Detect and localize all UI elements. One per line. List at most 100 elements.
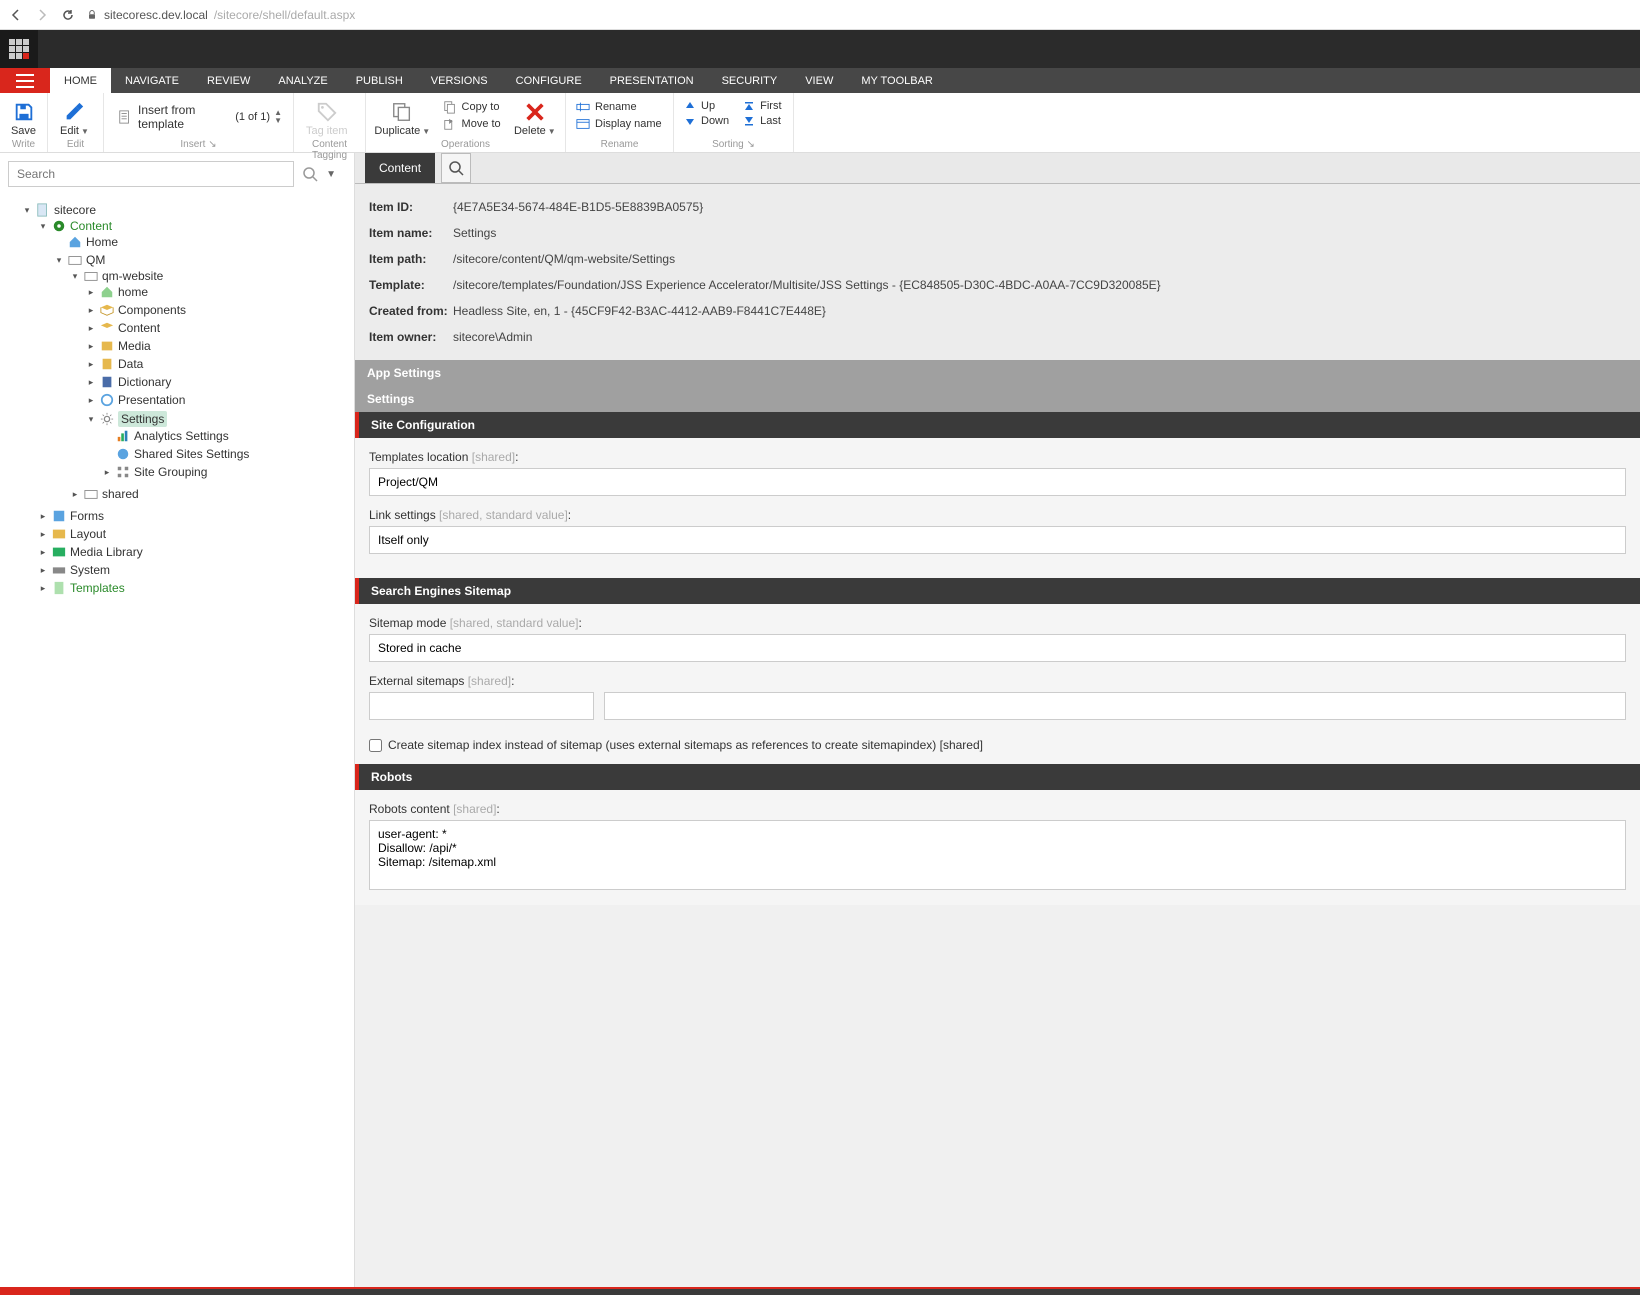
delete-button[interactable]: Delete▼ (511, 99, 559, 139)
tree-item-dictionary[interactable]: ▸Dictionary (86, 375, 350, 389)
search-icon[interactable] (302, 166, 318, 182)
robots-content-textarea[interactable] (369, 820, 1626, 890)
tab-review[interactable]: REVIEW (193, 68, 264, 93)
lock-icon (86, 9, 98, 21)
rename-group-label: Rename (572, 139, 667, 150)
tree-item-settings[interactable]: ▾Settings (86, 411, 350, 427)
tree-shared-sites-settings[interactable]: Shared Sites Settings (102, 447, 350, 461)
section-app-settings[interactable]: App Settings (355, 360, 1640, 386)
sitecore-logo[interactable] (0, 30, 38, 68)
tree-system[interactable]: ▸System (38, 563, 350, 577)
section-settings[interactable]: Settings (355, 386, 1640, 412)
tab-publish[interactable]: PUBLISH (342, 68, 417, 93)
footer-bar (0, 1287, 1640, 1295)
tree-forms[interactable]: ▸Forms (38, 509, 350, 523)
tree-home[interactable]: Home (54, 235, 350, 249)
insert-pager-text: (1 of 1) (235, 111, 270, 123)
templates-location-input[interactable] (369, 468, 1626, 496)
external-sitemaps-label: External sitemaps [shared]: (369, 674, 1626, 688)
url-host: sitecoresc.dev.local (104, 8, 208, 22)
edit-button[interactable]: Edit▼ (54, 99, 95, 139)
copyto-button[interactable]: Copy to (439, 99, 505, 115)
external-sitemap-1-input[interactable] (369, 692, 594, 720)
tree-item-content2[interactable]: ▸Content (86, 321, 350, 335)
url-bar[interactable]: sitecoresc.dev.local/sitecore/shell/defa… (86, 8, 355, 22)
ops-group-label: Operations (372, 139, 559, 150)
meta-created-from: Headless Site, en, 1 - {45CF9F42-B3AC-44… (453, 304, 826, 318)
tab-presentation[interactable]: PRESENTATION (596, 68, 708, 93)
section-site-config[interactable]: Site Configuration (355, 412, 1640, 438)
tag-group-label: Content Tagging (300, 139, 359, 161)
save-button[interactable]: Save (6, 99, 41, 139)
tab-security[interactable]: SECURITY (708, 68, 792, 93)
templates-location-label: Templates location [shared]: (369, 450, 1626, 464)
tree-site-grouping[interactable]: ▸Site Grouping (102, 465, 350, 479)
moveto-button[interactable]: Move to (439, 116, 505, 132)
first-button[interactable]: First (739, 99, 785, 113)
section-sitemap[interactable]: Search Engines Sitemap (355, 578, 1640, 604)
last-button[interactable]: Last (739, 114, 785, 128)
rename-button[interactable]: Rename (572, 99, 666, 115)
ribbon: Save Write Edit▼ Edit Insert from templa… (0, 93, 1640, 153)
meta-item-id: {4E7A5E34-5674-484E-B1D5-5E8839BA0575} (453, 200, 703, 214)
up-icon (684, 100, 696, 112)
tab-configure[interactable]: CONFIGURE (502, 68, 596, 93)
tree-sitecore[interactable]: ▾sitecore (22, 203, 350, 217)
item-meta: Item ID:{4E7A5E34-5674-484E-B1D5-5E8839B… (355, 184, 1640, 360)
browser-bar: sitecoresc.dev.local/sitecore/shell/defa… (0, 0, 1640, 30)
insert-from-template[interactable]: Insert from template (1 of 1) ▲▼ (110, 99, 290, 135)
tree-templates[interactable]: ▸Templates (38, 581, 350, 595)
content-tree: ▾sitecore ▾Content Home ▾QM ▾qm-website … (0, 195, 354, 1287)
sitemap-index-checkbox[interactable] (369, 739, 382, 752)
chevron-down-icon: ▼ (81, 127, 89, 136)
section-robots[interactable]: Robots (355, 764, 1640, 790)
robots-content-label: Robots content [shared]: (369, 802, 1626, 816)
tab-content[interactable]: Content (365, 153, 435, 183)
tab-versions[interactable]: VERSIONS (417, 68, 502, 93)
tab-search[interactable] (441, 153, 471, 183)
tree-content[interactable]: ▾Content (38, 219, 350, 233)
search-input[interactable] (8, 161, 294, 187)
tree-analytics-settings[interactable]: Analytics Settings (102, 429, 350, 443)
tree-media-library[interactable]: ▸Media Library (38, 545, 350, 559)
tree-layout[interactable]: ▸Layout (38, 527, 350, 541)
displayname-button[interactable]: Display name (572, 116, 666, 132)
insert-group-label: Insert ↘ (110, 139, 287, 150)
write-group-label: Write (6, 139, 41, 150)
tree-item-components[interactable]: ▸Components (86, 303, 350, 317)
template-icon (118, 110, 132, 124)
link-settings-input[interactable] (369, 526, 1626, 554)
tree-item-presentation[interactable]: ▸Presentation (86, 393, 350, 407)
insert-template-label: Insert from template (138, 103, 229, 131)
forward-icon[interactable] (34, 7, 50, 23)
hamburger-menu[interactable] (0, 68, 50, 93)
sort-group-label: Sorting ↘ (680, 139, 787, 150)
tree-qm[interactable]: ▾QM (54, 253, 350, 267)
copy-icon (443, 100, 457, 114)
tree-item-media[interactable]: ▸Media (86, 339, 350, 353)
displayname-icon (576, 117, 590, 131)
sitemap-mode-input[interactable] (369, 634, 1626, 662)
back-icon[interactable] (8, 7, 24, 23)
edit-group-label: Edit (54, 139, 97, 150)
delete-icon (524, 101, 546, 123)
down-button[interactable]: Down (680, 114, 733, 128)
tab-home[interactable]: HOME (50, 68, 111, 93)
tab-navigate[interactable]: NAVIGATE (111, 68, 193, 93)
meta-item-path: /sitecore/content/QM/qm-website/Settings (453, 252, 675, 266)
tab-mytoolbar[interactable]: MY TOOLBAR (847, 68, 947, 93)
external-sitemap-2-input[interactable] (604, 692, 1626, 720)
tab-analyze[interactable]: ANALYZE (264, 68, 341, 93)
duplicate-button[interactable]: Duplicate▼ (372, 99, 433, 139)
reload-icon[interactable] (60, 7, 76, 23)
pager-down-icon[interactable]: ▼ (274, 117, 282, 125)
up-button[interactable]: Up (680, 99, 733, 113)
tree-qmwebsite[interactable]: ▾qm-website (70, 269, 350, 283)
meta-item-name: Settings (453, 226, 496, 240)
tab-view[interactable]: VIEW (791, 68, 847, 93)
rename-icon (576, 100, 590, 114)
search-dropdown[interactable]: ▼ (326, 169, 346, 180)
tree-item-data[interactable]: ▸Data (86, 357, 350, 371)
tree-item-home[interactable]: ▸home (86, 285, 350, 299)
tree-shared[interactable]: ▸shared (70, 487, 350, 501)
